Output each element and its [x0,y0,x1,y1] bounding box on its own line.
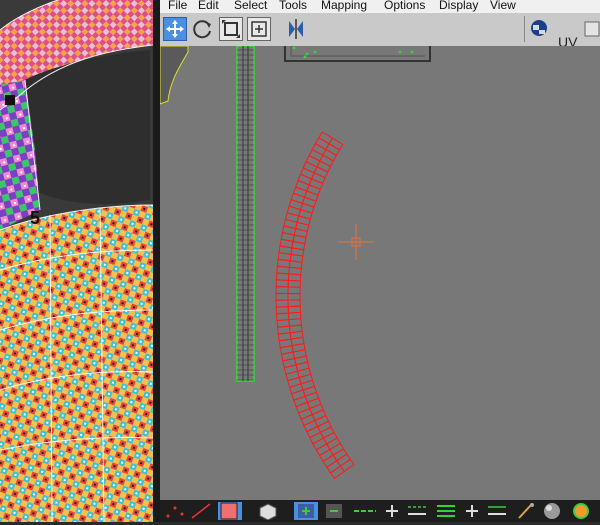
checker-map-button[interactable] [528,17,552,41]
edge-loop-button[interactable] [352,502,378,520]
loop-select-button[interactable] [434,502,458,520]
loop-icon [437,505,455,517]
menu-mapping[interactable]: Mapping [321,0,367,12]
rotate-tool-button[interactable] [191,17,215,41]
move-tool-button[interactable] [163,17,187,41]
rotate-icon [193,20,211,39]
menu-bar: File Edit Select Tools Mapping Options D… [160,0,600,13]
freeform-icon [251,21,267,37]
ring-icon [386,505,426,517]
vertical-uv-strip[interactable] [236,46,255,382]
vertex-icon [166,506,184,518]
falloff-icon [573,503,589,519]
menu-file[interactable]: File [168,0,187,12]
mirror-icon [289,19,303,39]
scale-tool-button[interactable] [219,17,243,41]
uv-face[interactable] [287,299,301,308]
sphere-icon [544,503,560,519]
uv-face[interactable] [287,279,301,288]
minus-icon [326,504,342,518]
uv-face[interactable] [329,465,345,480]
uv-face[interactable] [287,286,301,295]
face-number-label: 5 [30,208,40,228]
vertex-mode-button[interactable] [164,502,186,520]
ring-plus-minus-button[interactable] [382,502,430,520]
uv-face[interactable] [287,292,301,301]
face-mode-button[interactable] [218,502,242,520]
mirror-tool-button[interactable] [284,17,308,41]
uv-editor-panel: File Edit Select Tools Mapping Options D… [160,0,600,522]
edge-mode-button[interactable] [190,502,214,520]
paint-select-button[interactable] [515,502,537,520]
uv-dropdown-button[interactable] [584,19,600,39]
grow-selection-button[interactable] [294,502,318,520]
uv-face[interactable] [275,279,289,288]
menu-select[interactable]: Select [234,0,267,12]
menu-tools[interactable]: Tools [279,0,307,12]
menu-options[interactable]: Options [384,0,425,12]
toolbar-separator [524,16,525,42]
falloff-button[interactable] [568,502,594,520]
cube-icon [259,503,277,521]
uv-canvas-drawing [160,46,431,480]
uv-face[interactable] [275,292,289,301]
uv-canvas[interactable] [160,46,600,500]
shrink-selection-button[interactable] [322,502,346,520]
dash-line-icon [354,510,376,512]
loop-grow-icon [466,505,506,517]
uv-face[interactable] [275,299,289,308]
viewport-3d[interactable]: 5 [0,0,153,522]
plus-icon [298,504,314,518]
freeform-tool-button[interactable] [247,17,271,41]
pivot-gizmo[interactable] [338,224,374,260]
menu-view[interactable]: View [490,0,516,12]
move-arrows-icon [166,20,184,38]
uv-face[interactable] [275,272,290,281]
scale-icon [222,20,240,38]
uv-face[interactable] [275,286,289,295]
soft-selection-button[interactable] [541,502,563,520]
face-icon [220,502,238,520]
checker-icon [531,20,547,36]
menu-display[interactable]: Display [439,0,478,12]
bottom-toolbar [160,500,600,522]
brush-icon [518,503,534,519]
curved-uv-shell[interactable] [275,131,355,480]
element-mode-button[interactable] [256,502,280,521]
uv-toolbar: UV [160,13,600,50]
menu-edit[interactable]: Edit [198,0,219,12]
viewport-divider[interactable] [153,0,160,522]
loop-plus-minus-button[interactable] [462,502,510,520]
uv-face[interactable] [287,273,302,282]
selected-vertices [292,46,414,59]
edge-icon [191,503,211,519]
dropdown-icon [584,21,600,37]
viewport-mesh-render: 5 [0,0,153,522]
